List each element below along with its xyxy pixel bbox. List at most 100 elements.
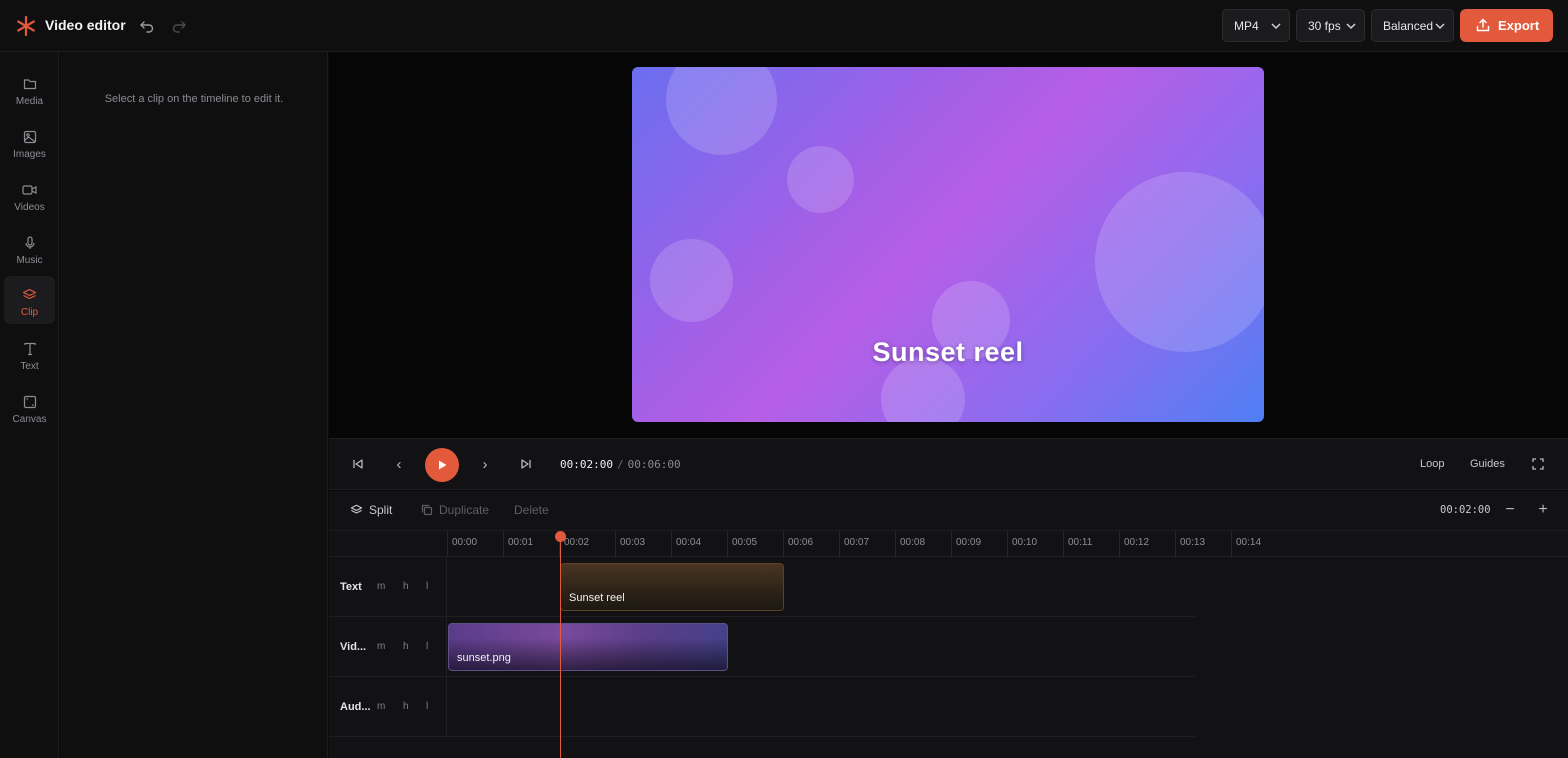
canvas-frame-icon bbox=[23, 395, 36, 409]
rail-item-music[interactable]: Music bbox=[4, 224, 55, 272]
playhead-handle[interactable] bbox=[555, 531, 566, 542]
export-label: Export bbox=[1498, 18, 1540, 33]
folder-icon bbox=[23, 79, 36, 90]
copy-icon bbox=[421, 504, 433, 516]
rail-label: Clip bbox=[20, 307, 39, 318]
tick-label: 00:02 bbox=[564, 537, 590, 548]
redo-button[interactable] bbox=[168, 15, 190, 37]
text-clip[interactable]: Sunset reel bbox=[560, 563, 784, 611]
fps-value: 30 fps bbox=[1308, 18, 1341, 33]
hide-toggle[interactable]: h bbox=[403, 581, 409, 592]
play-button[interactable] bbox=[425, 448, 459, 482]
fullscreen-button[interactable] bbox=[1528, 454, 1548, 474]
duplicate-button[interactable]: Duplicate bbox=[421, 503, 489, 517]
ruler-tick: 00:12 bbox=[1119, 531, 1149, 557]
mute-toggle[interactable]: m bbox=[377, 581, 385, 592]
rail-label: Videos bbox=[14, 202, 45, 213]
chevron-down-icon bbox=[1435, 23, 1445, 30]
play-icon bbox=[439, 460, 447, 470]
format-select[interactable]: MP4 bbox=[1222, 9, 1290, 42]
ruler-tick: 00:14 bbox=[1231, 531, 1261, 557]
preview-canvas[interactable]: Sunset reel bbox=[632, 67, 1264, 422]
skip-to-start-button[interactable] bbox=[348, 454, 368, 474]
delete-button[interactable]: Delete bbox=[514, 503, 549, 517]
bubble-decoration bbox=[1095, 172, 1264, 352]
track-video: Vid... m h l sunset.png bbox=[329, 617, 1195, 677]
guides-toggle[interactable]: Guides bbox=[1470, 458, 1505, 470]
previous-frame-button[interactable]: ‹ bbox=[389, 454, 409, 474]
tick-label: 00:10 bbox=[1012, 537, 1038, 548]
tick-label: 00:03 bbox=[620, 537, 646, 548]
export-button[interactable]: Export bbox=[1460, 9, 1553, 42]
rail-label: Media bbox=[15, 96, 44, 107]
asterisk-logo-icon bbox=[17, 16, 35, 36]
app-title: Video editor bbox=[45, 17, 126, 33]
split-button[interactable]: Split bbox=[350, 503, 392, 517]
timeline-toolbar: Split Duplicate Delete 00:02:00 − + bbox=[329, 491, 1568, 531]
ruler-tick: 00:06 bbox=[783, 531, 813, 557]
rail-label: Canvas bbox=[12, 414, 47, 425]
ruler-tick: 00:11 bbox=[1063, 531, 1092, 557]
hide-toggle[interactable]: h bbox=[403, 641, 409, 652]
current-time: 00:02:00 bbox=[560, 458, 613, 471]
playhead-line[interactable] bbox=[560, 537, 561, 758]
rail-item-images[interactable]: Images bbox=[4, 118, 55, 166]
ruler-tick: 00:05 bbox=[727, 531, 757, 557]
fullscreen-icon bbox=[1532, 458, 1544, 470]
video-clip[interactable]: sunset.png bbox=[448, 623, 728, 671]
microphone-icon bbox=[24, 236, 35, 249]
tick-label: 00:07 bbox=[844, 537, 870, 548]
bubble-decoration bbox=[787, 146, 854, 213]
lock-toggle[interactable]: l bbox=[426, 701, 428, 712]
next-frame-button[interactable]: › bbox=[475, 454, 495, 474]
track-name: Vid... bbox=[340, 641, 367, 653]
clip-label: sunset.png bbox=[457, 652, 511, 664]
zoom-in-button[interactable]: + bbox=[1533, 500, 1553, 520]
properties-panel: Select a clip on the timeline to edit it… bbox=[60, 52, 328, 758]
rail-item-text[interactable]: Text bbox=[4, 330, 55, 378]
undo-icon bbox=[140, 21, 154, 33]
undo-button[interactable] bbox=[136, 15, 158, 37]
tick-label: 00:12 bbox=[1124, 537, 1150, 548]
transport-bar: ‹ › 00:02:00/00:06:00 Loop Guides bbox=[329, 438, 1568, 490]
skip-to-end-button[interactable] bbox=[516, 454, 536, 474]
quality-select[interactable]: Balanced bbox=[1371, 9, 1454, 42]
rail-label: Text bbox=[20, 361, 39, 372]
quality-value: Balanced bbox=[1383, 18, 1434, 33]
skip-start-icon bbox=[353, 459, 363, 469]
left-rail: Media Images Videos Music Clip Text Canv… bbox=[0, 52, 59, 758]
rail-item-clip[interactable]: Clip bbox=[4, 276, 55, 324]
track-header: Vid... m h l bbox=[329, 617, 447, 676]
video-camera-icon bbox=[22, 185, 37, 195]
time-ruler[interactable]: 00:00 00:01 00:02 00:03 00:04 00:05 00:0… bbox=[329, 531, 1568, 557]
total-time: 00:06:00 bbox=[627, 458, 681, 471]
hide-toggle[interactable]: h bbox=[403, 701, 409, 712]
lock-toggle[interactable]: l bbox=[426, 641, 428, 652]
zoom-out-button[interactable]: − bbox=[1500, 500, 1520, 520]
mute-toggle[interactable]: m bbox=[377, 701, 385, 712]
mute-toggle[interactable]: m bbox=[377, 641, 385, 652]
tick-label: 00:14 bbox=[1236, 537, 1262, 548]
loop-toggle[interactable]: Loop bbox=[1420, 458, 1444, 470]
tick-label: 00:05 bbox=[732, 537, 758, 548]
tick-label: 00:08 bbox=[900, 537, 926, 548]
timecode-display: 00:02:00/00:06:00 bbox=[560, 458, 681, 471]
split-label: Split bbox=[369, 503, 393, 517]
duplicate-label: Duplicate bbox=[439, 503, 490, 517]
image-icon bbox=[23, 130, 36, 144]
rail-item-canvas[interactable]: Canvas bbox=[4, 383, 55, 431]
bubble-decoration bbox=[650, 239, 733, 322]
tick-label: 00:00 bbox=[452, 537, 478, 548]
top-bar: Video editor MP4 30 fps Balanced Export bbox=[0, 0, 1568, 52]
track-name: Text bbox=[340, 581, 362, 593]
lock-toggle[interactable]: l bbox=[426, 581, 428, 592]
rail-item-videos[interactable]: Videos bbox=[4, 171, 55, 219]
track-header: Aud... m h l bbox=[329, 677, 447, 736]
tick-label: 00:01 bbox=[508, 537, 534, 548]
ruler-tick: 00:10 bbox=[1007, 531, 1037, 557]
canvas-title-text[interactable]: Sunset reel bbox=[632, 337, 1264, 368]
tick-label: 00:04 bbox=[676, 537, 702, 548]
fps-select[interactable]: 30 fps bbox=[1296, 9, 1365, 42]
skip-end-icon bbox=[521, 459, 531, 469]
rail-item-media[interactable]: Media bbox=[4, 65, 55, 113]
